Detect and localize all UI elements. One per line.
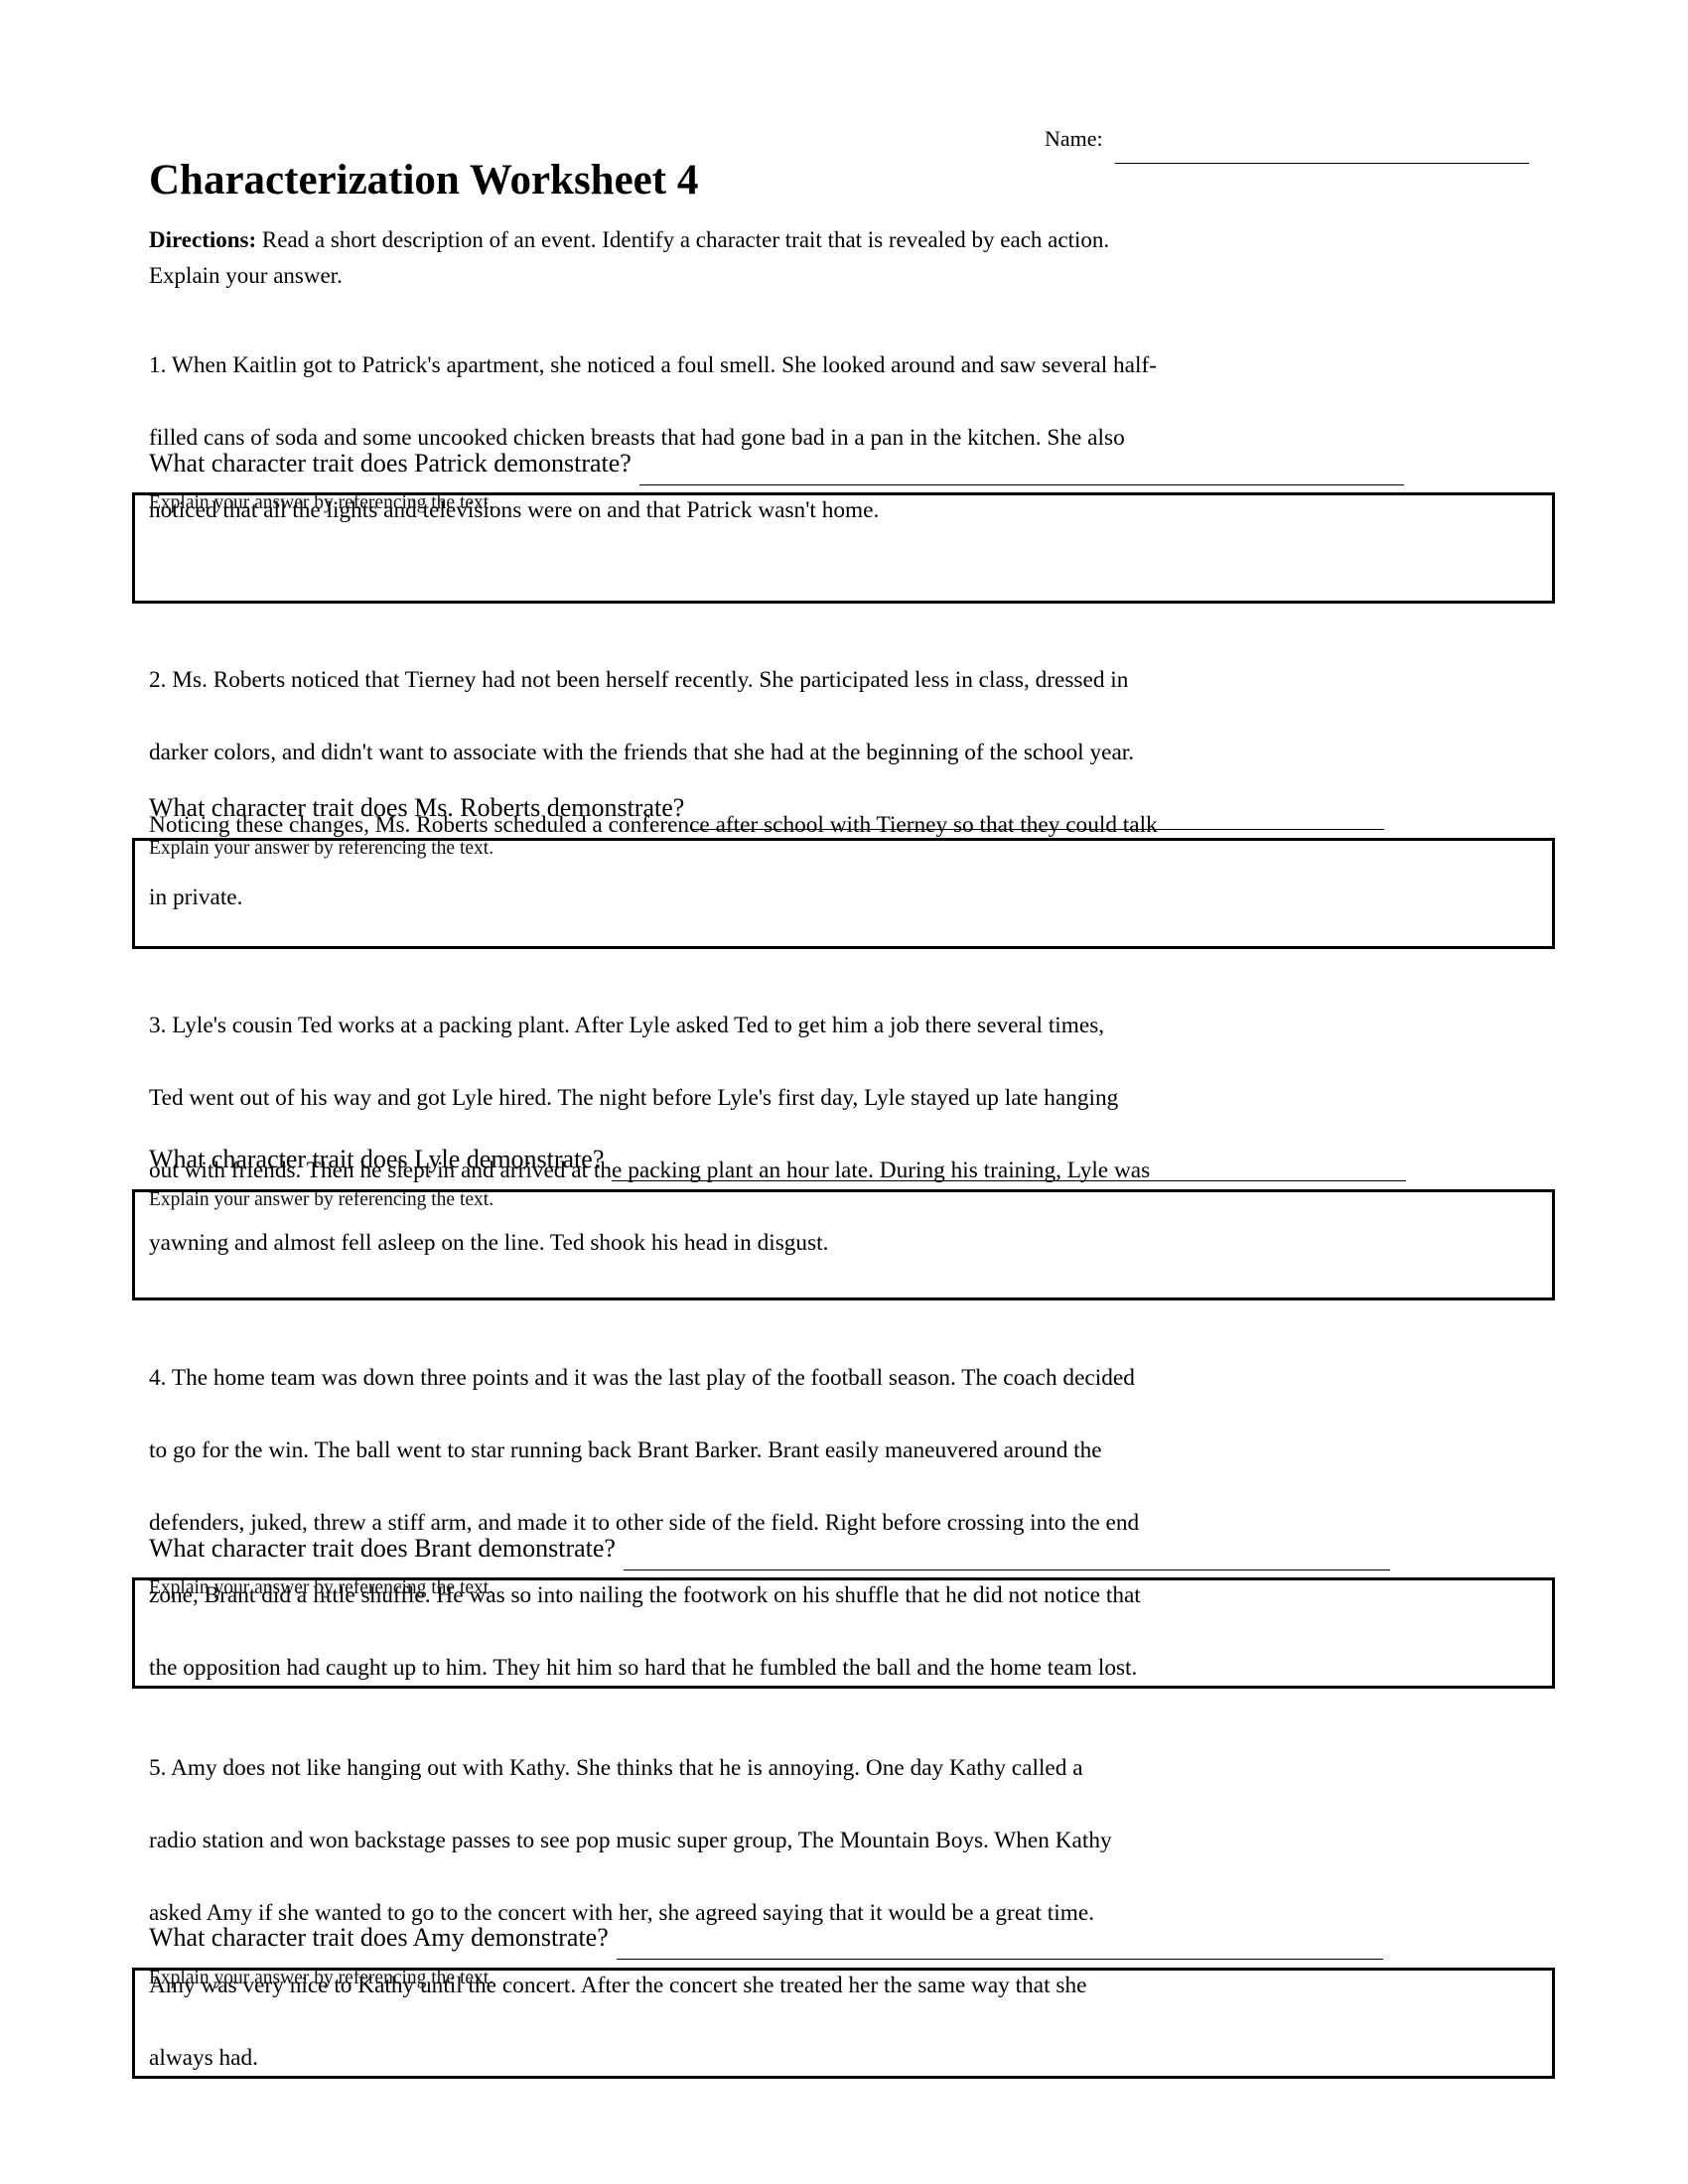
explain-label: Explain your answer by referencing the t… [149, 492, 494, 513]
name-input-line[interactable] [1114, 133, 1529, 164]
question-3-explain-box[interactable]: Explain your answer by referencing the t… [132, 1189, 1555, 1300]
passage-line: radio station and won backstage passes t… [149, 1827, 1112, 1853]
directions-text: Read a short description of an event. Id… [256, 227, 1110, 252]
name-label: Name: [1045, 126, 1103, 151]
directions: Directions: Read a short description of … [149, 222, 1549, 293]
question-3-prompt: What character trait does Lyle demonstra… [149, 1143, 1407, 1181]
passage-line: Ted went out of his way and got Lyle hir… [149, 1084, 1119, 1111]
question-4-prompt: What character trait does Brant demonstr… [149, 1532, 1390, 1570]
question-5-explain-box[interactable]: Explain your answer by referencing the t… [132, 1968, 1555, 2079]
passage-line: darker colors, and didn't want to associ… [149, 739, 1135, 765]
directions-text-2: Explain your answer. [149, 262, 343, 288]
explain-label: Explain your answer by referencing the t… [149, 838, 494, 859]
question-1-prompt: What character trait does Patrick demons… [149, 447, 1404, 485]
prompt-text: What character trait does Ms. Roberts de… [149, 793, 685, 822]
question-2-explain-box[interactable]: Explain your answer by referencing the t… [132, 838, 1555, 949]
question-5-answer-line[interactable] [616, 1933, 1383, 1960]
passage-line: 5. Amy does not like hanging out with Ka… [149, 1754, 1083, 1781]
prompt-text: What character trait does Brant demonstr… [149, 1534, 616, 1563]
prompt-text: What character trait does Patrick demons… [149, 449, 632, 478]
question-5-prompt: What character trait does Amy demonstrat… [149, 1921, 1383, 1960]
name-field-row: Name: [1045, 121, 1529, 164]
question-1-explain-box[interactable]: Explain your answer by referencing the t… [132, 492, 1555, 604]
passage-line: 1. When Kaitlin got to Patrick's apartme… [149, 351, 1157, 378]
question-2-answer-line[interactable] [692, 803, 1385, 830]
passage-line: 4. The home team was down three points a… [149, 1364, 1135, 1391]
passage-line: 3. Lyle's cousin Ted works at a packing … [149, 1012, 1105, 1038]
prompt-text: What character trait does Lyle demonstra… [149, 1145, 605, 1173]
passage-line: to go for the win. The ball went to star… [149, 1436, 1102, 1463]
explain-label: Explain your answer by referencing the t… [149, 1968, 494, 1988]
worksheet-title: Characterization Worksheet 4 [149, 157, 699, 204]
question-2-prompt: What character trait does Ms. Roberts de… [149, 791, 1385, 830]
explain-label: Explain your answer by referencing the t… [149, 1189, 494, 1210]
question-4-answer-line[interactable] [623, 1544, 1390, 1570]
passage-line: 2. Ms. Roberts noticed that Tierney had … [149, 666, 1129, 693]
question-1-answer-line[interactable] [638, 459, 1404, 485]
prompt-text: What character trait does Amy demonstrat… [149, 1923, 609, 1952]
directions-label: Directions: [149, 227, 257, 252]
explain-label: Explain your answer by referencing the t… [149, 1577, 494, 1598]
question-4-explain-box[interactable]: Explain your answer by referencing the t… [132, 1577, 1555, 1689]
question-3-answer-line[interactable] [612, 1155, 1407, 1181]
